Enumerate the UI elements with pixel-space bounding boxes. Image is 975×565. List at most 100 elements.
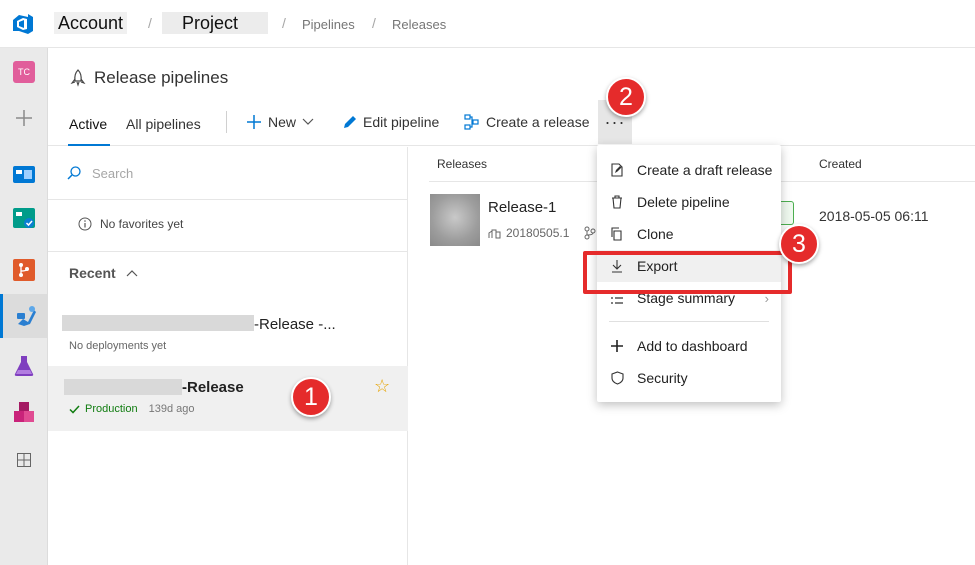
trash-icon [612,195,622,209]
tab-active[interactable]: Active [69,116,107,132]
top-bar: Account / Project / Pipelines / Releases [0,0,975,48]
nav-rail: TC [0,48,48,565]
nav-artifacts[interactable] [0,390,48,434]
flask-icon [14,356,34,376]
pipeline-name: -Release [182,379,244,396]
menu-item-label: Delete pipeline [637,194,730,210]
deployment-age: 139d ago [148,403,195,415]
menu-item-label: Create a draft release [637,162,773,178]
pipelines-icon [16,306,36,326]
nav-more[interactable] [0,438,48,482]
active-tab-indicator [68,144,110,146]
chevron-down-icon [302,118,314,125]
step-1-callout: 1 [291,377,331,417]
search-icon [67,166,81,180]
build-icon [488,229,501,239]
nav-test-plans[interactable] [0,344,48,388]
step-2-callout: 2 [606,77,646,117]
branch-icon [584,226,596,240]
redacted-name [62,315,254,331]
toolbar: Active All pipelines New Edit pipeline C… [48,100,975,146]
menu-item-security[interactable]: Security [597,362,781,394]
nav-pipelines[interactable] [0,294,48,338]
plus-icon [611,340,623,352]
pipeline-deployment-status: Production 139d ago [69,403,194,415]
menu-item-label: Clone [637,226,674,242]
chevron-up-icon [126,270,138,277]
tab-all-pipelines[interactable]: All pipelines [126,116,201,132]
avatar: TC [13,61,35,83]
release-name[interactable]: Release-1 [488,199,556,216]
plus-icon [247,115,261,129]
breadcrumb-separator: / [148,15,152,31]
nav-boards[interactable] [0,196,48,240]
release-icon [464,114,479,130]
boards-icon [13,208,35,228]
nav-overview[interactable] [0,152,48,196]
breadcrumb-account[interactable]: Account [54,12,128,34]
new-button-label: New [268,114,297,130]
no-favorites-text: No favorites yet [100,217,184,231]
nav-repos[interactable] [0,248,48,292]
redacted-name [64,379,182,395]
artifacts-icon [14,402,34,422]
breadcrumb-releases[interactable]: Releases [392,17,446,32]
divider [48,251,408,252]
pipeline-item[interactable]: -Release -... No deployments yet [48,307,408,365]
menu-item-label: Add to dashboard [637,338,748,354]
pipeline-list-panel: Search No favorites yet Recent -Release … [48,147,408,565]
shield-icon [610,371,624,385]
rocket-icon [70,69,86,87]
info-icon [78,217,92,231]
recent-label: Recent [69,265,116,281]
menu-item-label: Security [637,370,688,386]
breadcrumb-separator: / [372,15,376,31]
menu-item-create-draft-release[interactable]: Create a draft release [597,154,781,186]
page-header: Release pipelines [70,68,228,88]
pipeline-item-selected[interactable]: -Release Production 139d ago ☆ [48,366,408,431]
column-header-releases: Releases [437,157,488,171]
menu-item-clone[interactable]: Clone [597,218,781,250]
no-favorites-message: No favorites yet [78,217,183,231]
pipeline-name: -Release -... [254,316,336,333]
export-highlight-box [583,251,792,294]
nav-add[interactable] [0,96,48,140]
step-3-callout: 3 [779,224,819,264]
edit-pipeline-button[interactable]: Edit pipeline [342,114,439,130]
check-icon [69,404,80,414]
pencil-icon [344,115,356,128]
breadcrumb-project[interactable]: Project [162,12,268,34]
release-build-info: 20180505.1 [488,226,596,240]
favorite-star-icon[interactable]: ☆ [374,376,390,397]
new-button[interactable]: New [246,114,314,130]
toolbar-divider [226,111,227,133]
app-root: Account / Project / Pipelines / Releases… [0,0,975,565]
menu-item-delete-pipeline[interactable]: Delete pipeline [597,186,781,218]
pipeline-status: No deployments yet [69,340,167,352]
draft-icon [611,163,623,177]
nav-avatar[interactable]: TC [0,50,48,94]
menu-divider [609,321,769,322]
edit-pipeline-label: Edit pipeline [363,114,440,130]
column-header-created: Created [819,157,862,171]
search-box[interactable]: Search [66,165,133,181]
build-number: 20180505.1 [506,226,570,240]
azure-devops-logo-icon[interactable] [11,12,35,36]
plus-icon [16,110,32,126]
grid-icon [17,453,31,467]
recent-section-header[interactable]: Recent [69,265,138,281]
release-thumbnail [430,194,480,246]
divider [48,199,408,200]
breadcrumb-pipelines[interactable]: Pipelines [302,17,355,32]
search-placeholder: Search [92,165,134,181]
breadcrumb-separator: / [282,15,286,31]
page-title: Release pipelines [94,68,229,87]
environment-name: Production [85,403,138,415]
repos-icon [13,259,35,281]
overview-icon [13,166,35,183]
clone-icon [611,227,622,241]
release-created-date: 2018-05-05 06:11 [819,208,929,224]
create-release-label: Create a release [486,114,590,130]
create-release-button[interactable]: Create a release [464,114,590,130]
menu-item-add-to-dashboard[interactable]: Add to dashboard [597,330,781,362]
